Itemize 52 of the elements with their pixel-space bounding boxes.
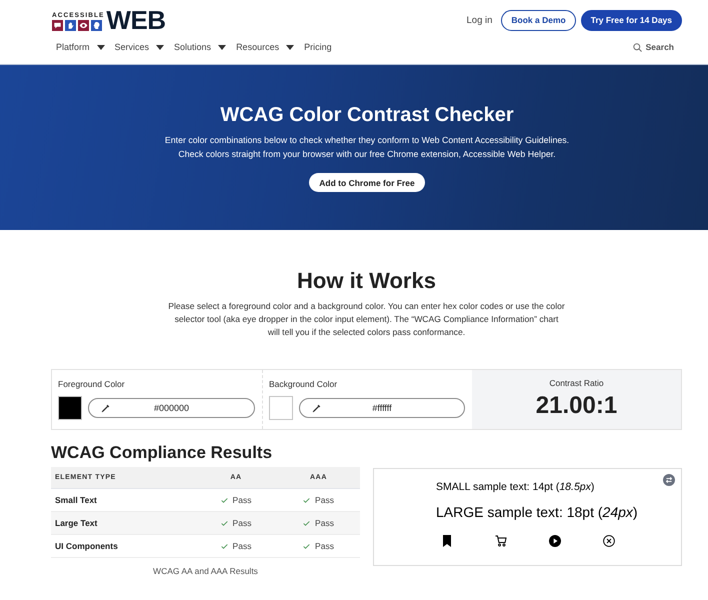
result-text: Pass (315, 518, 334, 528)
result-text: Pass (315, 541, 334, 551)
result-text: Pass (232, 541, 252, 551)
results-title: WCAG Compliance Results (51, 442, 274, 464)
hex-input-field[interactable]: #ffffff (299, 398, 465, 418)
contrast-ratio-label: Contrast Ratio (549, 378, 604, 389)
table-caption: WCAG AA and AAA Results (153, 565, 258, 577)
section-title: How it Works (296, 268, 437, 294)
large-sample-text: LARGE sample text: 18pt (24px) (436, 503, 638, 521)
nav-menu-item[interactable]: Solutions (170, 40, 232, 54)
row-label: Small Text (54, 495, 97, 505)
nav-menu-item[interactable]: Resources (232, 40, 300, 54)
logo-wordmark: WEB (106, 10, 166, 30)
bookmark-icon (441, 535, 453, 547)
hand-icon (65, 20, 76, 30)
nav-menu-item[interactable]: Pricing (300, 40, 337, 54)
swap-icon[interactable] (663, 474, 675, 486)
result-text: Pass (232, 495, 252, 505)
caret-down-icon (96, 44, 105, 50)
header-button[interactable]: Book a Demo (501, 10, 576, 30)
color-swatch[interactable] (58, 396, 82, 420)
nav-menu-item[interactable]: Platform (52, 40, 110, 54)
eye-icon (78, 20, 89, 30)
caret-down-icon (218, 44, 226, 50)
play-icon (549, 535, 561, 547)
close-circle-icon (603, 535, 615, 547)
speech-bubble-icon (52, 20, 63, 30)
field-label: Foreground Color (58, 379, 125, 390)
search-button[interactable]: Search (632, 42, 674, 52)
head-icon (91, 20, 102, 30)
result-text: Pass (232, 518, 252, 528)
row-label: UI Components (54, 541, 118, 551)
contrast-ratio-value: 21.00:1 (536, 391, 618, 421)
login-link[interactable]: Log in (466, 14, 492, 26)
eyedropper-icon (101, 404, 110, 412)
row-label: Large Text (54, 518, 98, 528)
hex-input-field[interactable]: #000000 (88, 398, 255, 418)
header-button[interactable]: Try Free for 14 Days (580, 10, 682, 30)
nav-menu-item[interactable]: Services (110, 40, 170, 54)
hero-title: WCAG Color Contrast Checker (220, 103, 514, 127)
small-sample-text: SMALL sample text: 14pt (18.5px) (436, 480, 594, 494)
hero-description: Enter color combinations below to check whether they conform to Web Content Accessibility Guidelines. Check colors straight from your browser with our free Chrome extension, Accessible Web Helper. (164, 134, 570, 161)
field-label: Background Color (269, 379, 338, 390)
caret-down-icon (286, 44, 294, 50)
cart-icon (495, 535, 507, 547)
result-text: Pass (315, 495, 334, 505)
color-swatch[interactable] (269, 396, 293, 420)
eyedropper-icon (312, 404, 321, 412)
add-to-chrome-button[interactable]: Add to Chrome for Free (309, 173, 425, 192)
search-icon (632, 42, 642, 52)
section-description: Please select a foreground color and a background color. You can enter hex color codes or use the color selector tool (aka eye dropper in the color input element). The “WCAG Compliance Information” chart will tell you if the selected colors pass conformance. (167, 300, 566, 339)
caret-down-icon (156, 44, 164, 50)
